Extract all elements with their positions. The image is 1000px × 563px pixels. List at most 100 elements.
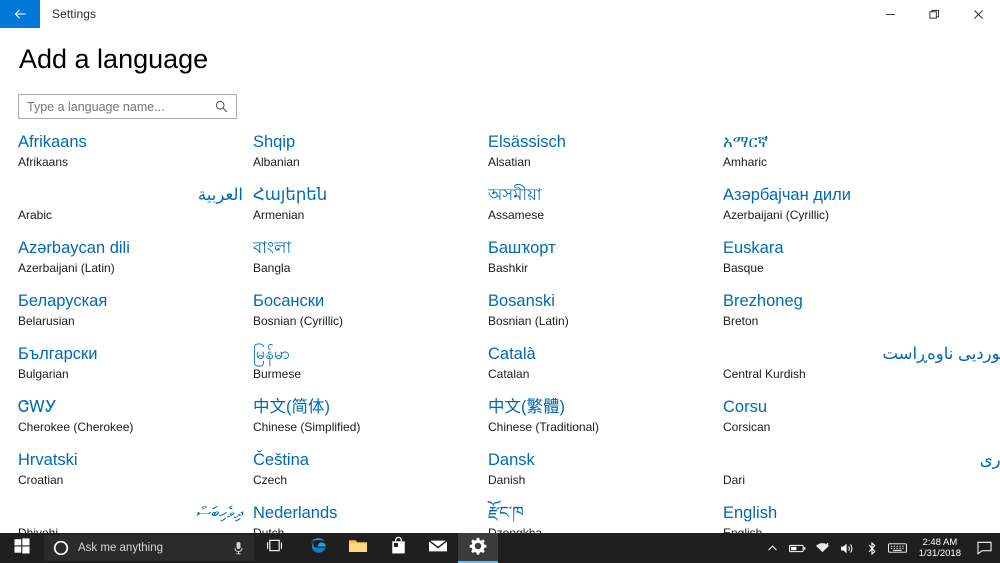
language-english-name: Alsatian [488, 155, 531, 169]
language-item[interactable]: বাংলা Bangla [253, 237, 488, 290]
action-center-button[interactable] [970, 533, 998, 563]
language-native-name: ދިވެހިބަސް [196, 504, 243, 522]
language-english-name: Armenian [253, 208, 305, 222]
language-native-name: አማርኛ [723, 133, 769, 151]
language-list: Afrikaans Afrikaans Shqip Albanian Elsässisc… [0, 131, 1000, 533]
restore-button[interactable] [912, 0, 956, 28]
language-english-name: Dutch [253, 526, 285, 533]
close-button[interactable] [956, 0, 1000, 28]
search-icon [215, 100, 236, 113]
language-item[interactable]: རྫོང་ཁ Dzongkha [488, 502, 723, 533]
language-item[interactable]: دری Dari [723, 449, 1000, 502]
language-item[interactable]: Босански Bosnian (Cyrillic) [253, 290, 488, 343]
page-title: Add a language [19, 44, 209, 74]
language-item[interactable]: Euskara Basque [723, 237, 1000, 290]
language-item[interactable]: Hrvatski Croatian [18, 449, 253, 502]
speaker-icon[interactable] [835, 533, 860, 563]
taskbar-app-explorer[interactable] [338, 533, 378, 563]
start-button[interactable] [0, 533, 44, 563]
keyboard-icon[interactable] [885, 533, 910, 563]
settings-gear-icon [469, 537, 487, 560]
language-english-name: Azerbaijani (Cyrillic) [723, 208, 830, 222]
language-item[interactable]: অসমীয়া Assamese [488, 184, 723, 237]
cortana-placeholder: Ask me anything [78, 542, 164, 554]
language-english-name: Corsican [723, 420, 771, 434]
edge-icon [309, 536, 328, 560]
language-english-name: Basque [723, 261, 764, 275]
search-input[interactable] [19, 95, 215, 118]
language-native-name: Български [18, 345, 98, 363]
language-native-name: Čeština [253, 451, 309, 469]
microphone-icon[interactable] [232, 541, 254, 555]
language-search-box[interactable] [18, 94, 237, 119]
language-item[interactable]: کوردیی ناوەڕاست Central Kurdish [723, 343, 1000, 396]
language-english-name: Belarusian [18, 314, 75, 328]
language-item[interactable]: Brezhoneg Breton [723, 290, 1000, 343]
windows-start-icon [14, 537, 30, 559]
language-item[interactable]: 中文(简体) Chinese (Simplified) [253, 396, 488, 449]
wifi-icon[interactable] [810, 533, 835, 563]
task-view-button[interactable] [254, 533, 294, 563]
language-native-name: Corsu [723, 398, 768, 416]
taskbar: Ask me anything 2:48 AM 1/31/2018 [0, 533, 1000, 563]
taskbar-app-mail[interactable] [418, 533, 458, 563]
language-item[interactable]: မြန်မာ Burmese [253, 343, 488, 396]
battery-icon[interactable] [785, 533, 810, 563]
minimize-button[interactable] [868, 0, 912, 28]
language-english-name: Dari [723, 473, 746, 487]
language-english-name: Central Kurdish [723, 367, 806, 381]
show-hidden-icons-button[interactable] [760, 533, 785, 563]
language-english-name: Azerbaijani (Latin) [18, 261, 115, 275]
language-native-name: Башҡорт [488, 239, 556, 257]
language-item[interactable]: ᏣᎳᎩ Cherokee (Cherokee) [18, 396, 253, 449]
language-item[interactable]: Bosanski Bosnian (Latin) [488, 290, 723, 343]
taskbar-app-store[interactable] [378, 533, 418, 563]
file-explorer-icon [348, 537, 368, 560]
language-native-name: Brezhoneg [723, 292, 803, 310]
language-native-name: Dansk [488, 451, 535, 469]
clock-time: 2:48 AM [922, 537, 958, 548]
language-item[interactable]: አማርኛ Amharic [723, 131, 1000, 184]
language-item[interactable]: Català Catalan [488, 343, 723, 396]
language-item[interactable]: Български Bulgarian [18, 343, 253, 396]
language-english-name: Cherokee (Cherokee) [18, 420, 134, 434]
language-item[interactable]: Čeština Czech [253, 449, 488, 502]
language-native-name: বাংলা [253, 239, 292, 257]
mail-icon [428, 538, 448, 559]
language-item[interactable]: ދިވެހިބަސް Dhivehi [18, 502, 253, 533]
cortana-search-box[interactable]: Ask me anything [44, 535, 254, 561]
language-native-name: Azərbaycan dili [18, 239, 130, 257]
taskbar-app-edge[interactable] [298, 533, 338, 563]
language-item[interactable]: Азәрбајчан дили Azerbaijani (Cyrillic) [723, 184, 1000, 237]
language-item[interactable]: Afrikaans Afrikaans [18, 131, 253, 184]
language-native-name: English [723, 504, 778, 522]
cortana-circle-icon [53, 540, 69, 556]
language-english-name: Chinese (Traditional) [488, 420, 599, 434]
language-item[interactable]: العربية Arabic [18, 184, 253, 237]
language-native-name: Беларуская [18, 292, 108, 310]
back-button[interactable] [0, 0, 40, 28]
language-native-name: Азәрбајчан дили [723, 186, 851, 204]
language-native-name: Hrvatski [18, 451, 78, 469]
taskbar-app-settings[interactable] [458, 533, 498, 563]
language-native-name: Bosanski [488, 292, 555, 310]
language-item[interactable]: Shqip Albanian [253, 131, 488, 184]
language-item[interactable]: Nederlands Dutch [253, 502, 488, 533]
language-item[interactable]: Беларуская Belarusian [18, 290, 253, 343]
bluetooth-icon[interactable] [860, 533, 885, 563]
language-item[interactable]: Elsässisch Alsatian [488, 131, 723, 184]
taskbar-clock[interactable]: 2:48 AM 1/31/2018 [910, 533, 970, 563]
language-native-name: Shqip [253, 133, 296, 151]
language-english-name: Arabic [18, 208, 53, 222]
language-item[interactable]: Башҡорт Bashkir [488, 237, 723, 290]
language-english-name: Bosnian (Cyrillic) [253, 314, 344, 328]
language-item[interactable]: Azərbaycan dili Azerbaijani (Latin) [18, 237, 253, 290]
language-item[interactable]: 中文(繁體) Chinese (Traditional) [488, 396, 723, 449]
taskbar-apps [298, 533, 498, 563]
language-item[interactable]: Հայերեն Armenian [253, 184, 488, 237]
language-item[interactable]: Corsu Corsican [723, 396, 1000, 449]
language-item[interactable]: Dansk Danish [488, 449, 723, 502]
window-controls [868, 0, 1000, 28]
language-item[interactable]: English English [723, 502, 1000, 533]
language-native-name: Հայերեն [253, 186, 328, 204]
